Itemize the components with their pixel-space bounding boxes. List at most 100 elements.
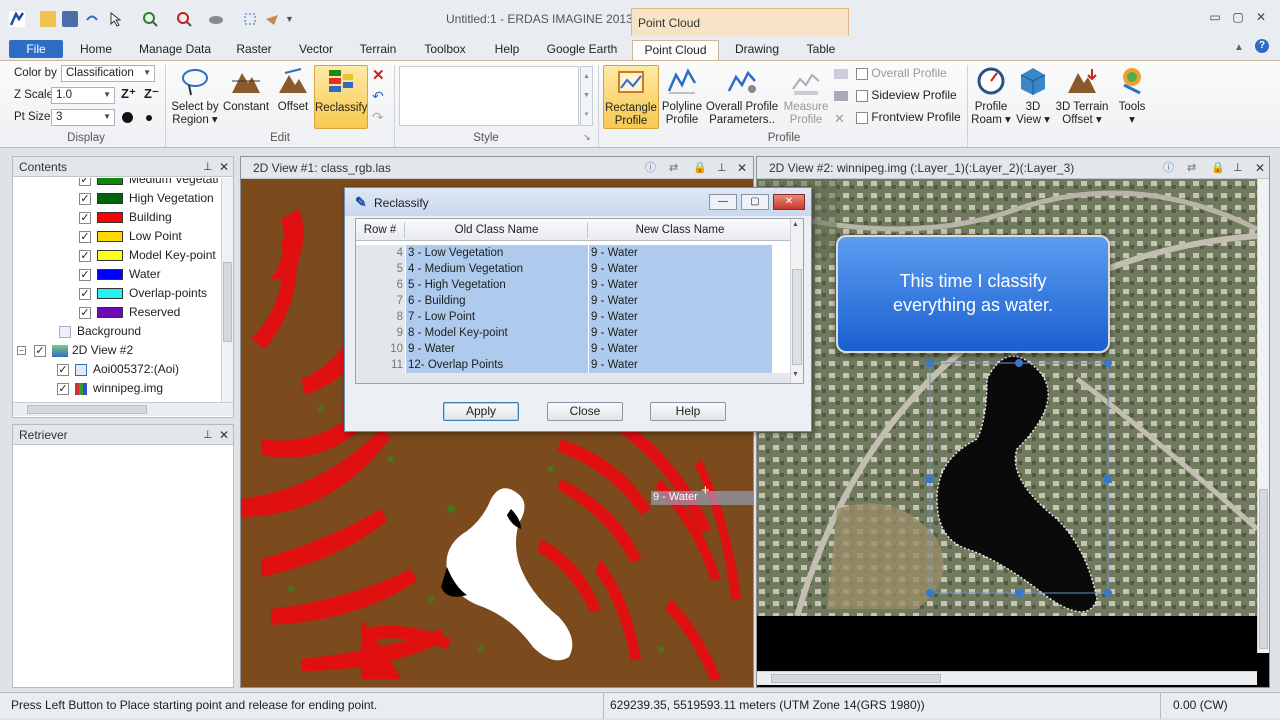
style-gallery-scroller[interactable]: ▲ ▼ ▾ [580, 66, 593, 126]
tree-item-high-vegetation[interactable]: High Vegetation [79, 189, 214, 208]
close-icon[interactable]: ✕ [1255, 157, 1265, 179]
table-vscrollbar[interactable]: ▲ ▼ [790, 219, 803, 383]
view-info-icon[interactable]: ⓘ [645, 157, 656, 179]
old-class-cell[interactable]: 7 - Low Point [406, 309, 588, 325]
tab-file[interactable]: File [9, 40, 63, 58]
frontview-profile-checkbox[interactable]: Frontview Profile [856, 110, 961, 124]
checkbox[interactable] [856, 111, 868, 124]
new-class-cell[interactable]: 9 - Water [589, 245, 772, 261]
checkbox[interactable] [34, 344, 46, 357]
dialog-launcher-icon[interactable]: ↘ [583, 132, 591, 143]
tree-item-winnipeg-img[interactable]: winnipeg.img [57, 379, 163, 398]
tab-toolbox[interactable]: Toolbox [417, 40, 473, 58]
checkbox[interactable] [79, 306, 91, 319]
view-link-icon[interactable]: ⇄ [1187, 157, 1196, 179]
scroll-up-icon[interactable]: ▲ [792, 221, 799, 228]
pan-icon[interactable] [264, 11, 280, 27]
tab-table[interactable]: Table [799, 40, 843, 58]
color-by-select[interactable]: Classification ▼ [61, 65, 155, 82]
checkbox[interactable] [79, 178, 91, 186]
maximize-button[interactable]: ▢ [1231, 10, 1245, 24]
tab-raster[interactable]: Raster [230, 40, 278, 58]
tree-item-overlap-points[interactable]: Overlap-points [79, 284, 207, 303]
collapse-icon[interactable]: − [17, 346, 26, 356]
old-class-cell[interactable]: 5 - High Vegetation [406, 277, 588, 293]
old-class-cell[interactable]: 4 - Medium Vegetation [406, 261, 588, 277]
help-icon[interactable]: ? [1255, 39, 1269, 53]
maximize-button[interactable]: ▢ [741, 194, 769, 210]
table-row[interactable]: 76 - Building 9 - Water [356, 293, 772, 309]
tree-item-2d-view-2[interactable]: − 2D View #2 [17, 341, 133, 360]
column-header-old-class[interactable]: Old Class Name [406, 222, 588, 238]
contents-hscrollbar[interactable] [13, 402, 233, 416]
tab-point-cloud[interactable]: Point Cloud [632, 40, 719, 61]
scroll-thumb[interactable] [1259, 489, 1268, 649]
point-size-up-icon[interactable] [122, 112, 133, 123]
polyline-profile-button[interactable]: Polyline Profile [660, 65, 704, 129]
overall-profile-checkbox[interactable]: Overall Profile [856, 66, 947, 80]
scroll-thumb[interactable] [771, 674, 941, 683]
column-header-new-class[interactable]: New Class Name [589, 222, 771, 238]
view-2d-2[interactable]: 2D View #2: winnipeg.img (:Layer_1)(:Lay… [756, 156, 1270, 688]
contents-vscrollbar[interactable] [221, 178, 233, 402]
checkbox[interactable] [79, 211, 91, 224]
redo-edit-icon[interactable]: ↷ [372, 109, 384, 126]
old-class-cell[interactable]: 12- Overlap Points [406, 357, 588, 373]
old-class-cell[interactable]: 9 - Water [406, 341, 588, 357]
scroll-thumb[interactable] [792, 269, 802, 365]
sideview-profile-checkbox[interactable]: Sideview Profile [856, 88, 957, 102]
style-gallery[interactable] [399, 66, 579, 126]
table-row[interactable]: 43 - Low Vegetation 9 - Water [356, 245, 772, 261]
point-size-down-icon[interactable] [146, 115, 152, 121]
3d-terrain-offset-button[interactable]: 3D Terrain Offset ▾ [1054, 65, 1110, 129]
tab-drawing[interactable]: Drawing [727, 40, 787, 58]
zoom-out-icon[interactable] [176, 11, 192, 27]
ribbon-collapse-icon[interactable]: ▲ [1234, 42, 1244, 53]
ptsize-input[interactable]: 3 ▼ [51, 109, 115, 126]
close-dialog-button[interactable]: ✕ [773, 194, 805, 210]
fit-icon[interactable] [242, 11, 258, 27]
tree-item-aoi[interactable]: Aoi005372:(Aoi) [57, 360, 179, 379]
qa-dropdown-icon[interactable]: ▼ [285, 14, 294, 24]
constant-button[interactable]: Constant [220, 65, 272, 129]
tree-item-building[interactable]: Building [79, 208, 172, 227]
minimize-button[interactable]: — [709, 194, 737, 210]
select-icon[interactable] [108, 11, 124, 27]
table-row[interactable]: 54 - Medium Vegetation 9 - Water [356, 261, 772, 277]
measure-profile-button[interactable]: Measure Profile [781, 65, 831, 129]
save-profile-icon[interactable] [834, 91, 848, 101]
tab-home[interactable]: Home [73, 40, 119, 58]
tab-google-earth[interactable]: Google Earth [541, 40, 623, 58]
close-icon[interactable]: ✕ [219, 425, 229, 445]
overall-profile-parameters-button[interactable]: Overall Profile Parameters.. [705, 65, 779, 129]
tab-vector[interactable]: Vector [292, 40, 340, 58]
view-2-hscrollbar[interactable] [757, 671, 1257, 685]
apply-button[interactable]: Apply [443, 402, 519, 421]
checkbox[interactable] [57, 363, 69, 376]
lock-icon[interactable]: 🔒 [1211, 157, 1225, 179]
checkbox[interactable] [856, 89, 868, 102]
pin-icon[interactable]: ⊥ [1233, 157, 1243, 179]
tree-item-background[interactable]: Background [59, 322, 141, 341]
pin-icon[interactable]: ⊥ [717, 157, 727, 179]
table-row[interactable]: 11 12- Overlap Points 9 - Water [356, 357, 772, 373]
view-2-vscrollbar[interactable] [1257, 179, 1269, 653]
tab-terrain[interactable]: Terrain [353, 40, 403, 58]
column-header-row[interactable]: Row # [356, 222, 405, 238]
tree-item-model-key-point[interactable]: Model Key-point [79, 246, 216, 265]
table-row[interactable]: 98 - Model Key-point 9 - Water [356, 325, 772, 341]
new-class-cell[interactable]: 9 - Water [589, 293, 772, 309]
scroll-thumb[interactable] [27, 405, 147, 414]
z-down-icon[interactable]: Z⁻ [144, 86, 159, 102]
zscale-input[interactable]: 1.0 ▼ [51, 87, 115, 104]
minimize-button[interactable]: ▭ [1208, 10, 1222, 24]
open-folder-icon[interactable] [40, 11, 56, 27]
rectangle-profile-button[interactable]: Rectangle Profile [603, 65, 659, 129]
z-up-icon[interactable]: Z⁺ [121, 86, 136, 102]
close-icon[interactable]: ✕ [219, 157, 229, 177]
old-class-cell[interactable]: 8 - Model Key-point [406, 325, 588, 341]
new-class-cell[interactable]: 9 - Water [589, 357, 772, 373]
pin-icon[interactable]: ⊥ [203, 157, 213, 177]
profile-roam-button[interactable]: Profile Roam ▾ [970, 65, 1012, 129]
tree-item-low-point[interactable]: Low Point [79, 227, 182, 246]
